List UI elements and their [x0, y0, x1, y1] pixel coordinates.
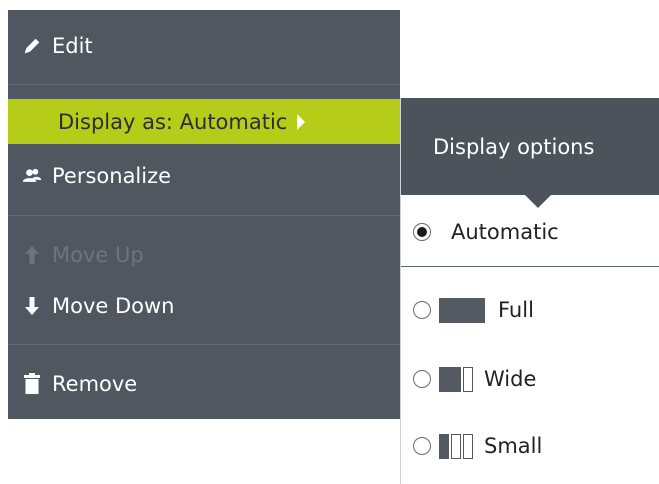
menu-item-label: Move Up	[52, 243, 144, 267]
menu-item-label: Personalize	[52, 164, 172, 188]
menu-item-label: Move Down	[52, 294, 175, 318]
option-full[interactable]: Full	[401, 285, 659, 335]
menu-item-remove[interactable]: Remove	[8, 362, 400, 406]
menu-divider	[8, 344, 400, 345]
option-label: Wide	[484, 367, 537, 391]
menu-item-personalize[interactable]: Personalize	[8, 154, 400, 198]
layout-small-icon	[439, 433, 473, 459]
layout-full-icon	[439, 297, 485, 323]
radio-unselected[interactable]	[413, 301, 431, 319]
option-label: Full	[498, 298, 534, 322]
option-label: Automatic	[451, 220, 559, 244]
layout-wide-icon	[439, 366, 473, 392]
users-icon	[22, 165, 42, 187]
radio-unselected[interactable]	[413, 437, 431, 455]
option-label: Small	[484, 434, 543, 458]
context-menu: Edit Display as: Automatic Personalize M…	[8, 10, 404, 419]
arrow-down-icon	[22, 295, 42, 317]
menu-item-edit[interactable]: Edit	[8, 24, 400, 68]
chevron-right-icon	[297, 113, 306, 130]
option-automatic[interactable]: Automatic	[401, 207, 659, 257]
option-small[interactable]: Small	[401, 421, 659, 471]
menu-item-label: Display as: Automatic	[58, 109, 288, 134]
display-options-flyout: Display options Automatic Full Wide Smal…	[400, 98, 659, 484]
radio-unselected[interactable]	[413, 370, 431, 388]
radio-selected[interactable]	[413, 223, 431, 241]
menu-divider	[8, 84, 400, 85]
pencil-icon	[22, 35, 42, 57]
option-divider	[401, 266, 659, 267]
menu-divider	[8, 215, 400, 216]
arrow-up-icon	[22, 244, 42, 266]
menu-item-display-as[interactable]: Display as: Automatic	[8, 99, 404, 144]
menu-item-move-up: Move Up	[8, 233, 400, 277]
trash-icon	[22, 373, 42, 395]
menu-item-move-down[interactable]: Move Down	[8, 284, 400, 328]
flyout-title: Display options	[401, 98, 659, 195]
menu-item-label: Remove	[52, 372, 138, 396]
menu-item-label: Edit	[52, 34, 93, 58]
option-wide[interactable]: Wide	[401, 354, 659, 404]
